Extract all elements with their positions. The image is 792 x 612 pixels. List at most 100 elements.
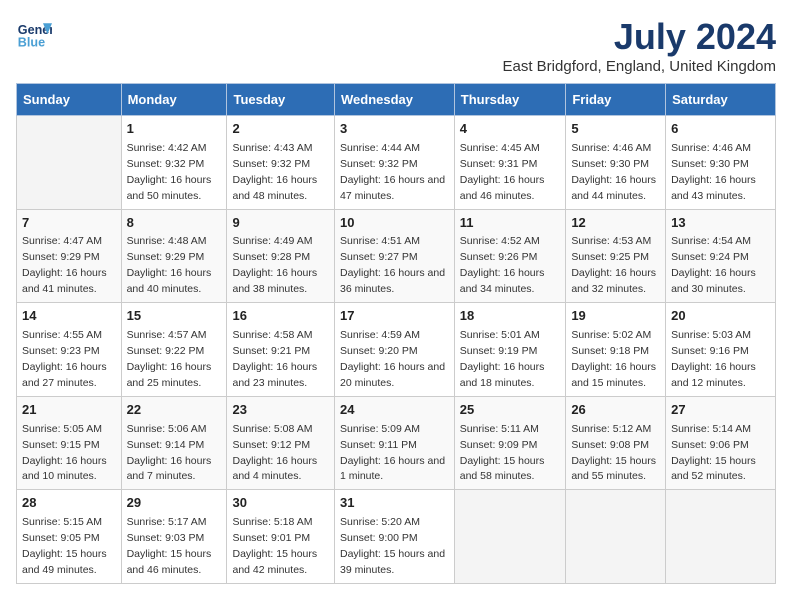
day-detail: Sunrise: 4:44 AM Sunset: 9:32 PM Dayligh… [340,142,445,202]
calendar-cell: 7 Sunrise: 4:47 AM Sunset: 9:29 PM Daylig… [17,209,122,303]
calendar-cell: 12 Sunrise: 4:53 AM Sunset: 9:25 PM Dayli… [566,209,666,303]
day-detail: Sunrise: 4:59 AM Sunset: 9:20 PM Dayligh… [340,329,445,389]
day-number: 1 [127,120,222,139]
day-header-tuesday: Tuesday [227,84,335,116]
calendar-week-row: 7 Sunrise: 4:47 AM Sunset: 9:29 PM Daylig… [17,209,776,303]
day-number: 14 [22,307,116,326]
svg-text:Blue: Blue [18,36,45,50]
day-number: 3 [340,120,449,139]
day-detail: Sunrise: 5:15 AM Sunset: 9:05 PM Dayligh… [22,516,107,576]
calendar-cell: 14Sunrise: 4:55 AM Sunset: 9:23 PM Dayli… [17,303,122,397]
day-number: 19 [571,307,660,326]
calendar-cell: 5 Sunrise: 4:46 AM Sunset: 9:30 PM Daylig… [566,116,666,210]
day-number: 30 [232,494,329,513]
day-detail: Sunrise: 4:45 AM Sunset: 9:31 PM Dayligh… [460,142,545,202]
day-number: 16 [232,307,329,326]
day-detail: Sunrise: 4:46 AM Sunset: 9:30 PM Dayligh… [671,142,756,202]
day-detail: Sunrise: 5:08 AM Sunset: 9:12 PM Dayligh… [232,423,317,483]
month-title: July 2024 [503,16,777,58]
calendar-cell [17,116,122,210]
day-number: 11 [460,214,561,233]
calendar-cell: 19Sunrise: 5:02 AM Sunset: 9:18 PM Dayli… [566,303,666,397]
calendar-cell: 11 Sunrise: 4:52 AM Sunset: 9:26 PM Dayli… [454,209,566,303]
calendar-week-row: 28 Sunrise: 5:15 AM Sunset: 9:05 PM Dayli… [17,490,776,584]
day-header-monday: Monday [121,84,227,116]
calendar-cell: 4Sunrise: 4:45 AM Sunset: 9:31 PM Daylig… [454,116,566,210]
logo-icon: General Blue [16,16,52,52]
calendar-cell: 8 Sunrise: 4:48 AM Sunset: 9:29 PM Daylig… [121,209,227,303]
day-detail: Sunrise: 4:51 AM Sunset: 9:27 PM Dayligh… [340,235,445,295]
day-number: 26 [571,401,660,420]
calendar-week-row: 1 Sunrise: 4:42 AM Sunset: 9:32 PM Daylig… [17,116,776,210]
day-number: 7 [22,214,116,233]
day-detail: Sunrise: 4:52 AM Sunset: 9:26 PM Dayligh… [460,235,545,295]
calendar-cell [666,490,776,584]
calendar-cell: 10Sunrise: 4:51 AM Sunset: 9:27 PM Dayli… [334,209,454,303]
calendar-cell: 3 Sunrise: 4:44 AM Sunset: 9:32 PM Daylig… [334,116,454,210]
day-number: 28 [22,494,116,513]
calendar-cell: 9 Sunrise: 4:49 AM Sunset: 9:28 PM Daylig… [227,209,335,303]
day-number: 15 [127,307,222,326]
day-number: 22 [127,401,222,420]
day-detail: Sunrise: 5:06 AM Sunset: 9:14 PM Dayligh… [127,423,212,483]
day-detail: Sunrise: 4:42 AM Sunset: 9:32 PM Dayligh… [127,142,212,202]
day-number: 17 [340,307,449,326]
day-detail: Sunrise: 5:03 AM Sunset: 9:16 PM Dayligh… [671,329,756,389]
day-detail: Sunrise: 5:05 AM Sunset: 9:15 PM Dayligh… [22,423,107,483]
day-detail: Sunrise: 4:49 AM Sunset: 9:28 PM Dayligh… [232,235,317,295]
day-number: 5 [571,120,660,139]
calendar-cell: 28 Sunrise: 5:15 AM Sunset: 9:05 PM Dayli… [17,490,122,584]
day-number: 23 [232,401,329,420]
calendar-week-row: 21 Sunrise: 5:05 AM Sunset: 9:15 PM Dayli… [17,396,776,490]
day-number: 12 [571,214,660,233]
calendar-week-row: 14Sunrise: 4:55 AM Sunset: 9:23 PM Dayli… [17,303,776,397]
day-header-thursday: Thursday [454,84,566,116]
day-detail: Sunrise: 4:47 AM Sunset: 9:29 PM Dayligh… [22,235,107,295]
calendar-cell: 27 Sunrise: 5:14 AM Sunset: 9:06 PM Dayli… [666,396,776,490]
calendar-cell: 25Sunrise: 5:11 AM Sunset: 9:09 PM Dayli… [454,396,566,490]
day-detail: Sunrise: 5:18 AM Sunset: 9:01 PM Dayligh… [232,516,317,576]
page-header: General Blue July 2024 East Bridgford, E… [16,16,776,75]
day-detail: Sunrise: 5:12 AM Sunset: 9:08 PM Dayligh… [571,423,656,483]
calendar-cell: 24 Sunrise: 5:09 AM Sunset: 9:11 PM Dayli… [334,396,454,490]
day-header-saturday: Saturday [666,84,776,116]
day-number: 25 [460,401,561,420]
calendar-cell [454,490,566,584]
day-number: 21 [22,401,116,420]
calendar-cell: 22 Sunrise: 5:06 AM Sunset: 9:14 PM Dayli… [121,396,227,490]
day-header-sunday: Sunday [17,84,122,116]
title-area: July 2024 East Bridgford, England, Unite… [503,16,777,75]
calendar-cell: 20 Sunrise: 5:03 AM Sunset: 9:16 PM Dayli… [666,303,776,397]
calendar-cell: 18 Sunrise: 5:01 AM Sunset: 9:19 PM Dayli… [454,303,566,397]
calendar-cell: 16 Sunrise: 4:58 AM Sunset: 9:21 PM Dayli… [227,303,335,397]
location-title: East Bridgford, England, United Kingdom [503,58,777,75]
calendar-cell: 21 Sunrise: 5:05 AM Sunset: 9:15 PM Dayli… [17,396,122,490]
day-detail: Sunrise: 5:09 AM Sunset: 9:11 PM Dayligh… [340,423,445,483]
day-number: 24 [340,401,449,420]
calendar-cell: 29Sunrise: 5:17 AM Sunset: 9:03 PM Dayli… [121,490,227,584]
day-detail: Sunrise: 4:48 AM Sunset: 9:29 PM Dayligh… [127,235,212,295]
day-number: 20 [671,307,770,326]
day-detail: Sunrise: 4:43 AM Sunset: 9:32 PM Dayligh… [232,142,317,202]
day-detail: Sunrise: 5:01 AM Sunset: 9:19 PM Dayligh… [460,329,545,389]
day-detail: Sunrise: 4:58 AM Sunset: 9:21 PM Dayligh… [232,329,317,389]
day-number: 6 [671,120,770,139]
calendar-cell: 1 Sunrise: 4:42 AM Sunset: 9:32 PM Daylig… [121,116,227,210]
day-detail: Sunrise: 4:46 AM Sunset: 9:30 PM Dayligh… [571,142,656,202]
day-number: 27 [671,401,770,420]
day-detail: Sunrise: 4:54 AM Sunset: 9:24 PM Dayligh… [671,235,756,295]
day-detail: Sunrise: 4:53 AM Sunset: 9:25 PM Dayligh… [571,235,656,295]
calendar-cell: 6 Sunrise: 4:46 AM Sunset: 9:30 PM Daylig… [666,116,776,210]
calendar-cell: 31Sunrise: 5:20 AM Sunset: 9:00 PM Dayli… [334,490,454,584]
day-number: 31 [340,494,449,513]
calendar-cell: 15 Sunrise: 4:57 AM Sunset: 9:22 PM Dayli… [121,303,227,397]
day-number: 13 [671,214,770,233]
day-number: 2 [232,120,329,139]
day-number: 18 [460,307,561,326]
day-number: 9 [232,214,329,233]
day-detail: Sunrise: 5:17 AM Sunset: 9:03 PM Dayligh… [127,516,212,576]
day-number: 8 [127,214,222,233]
day-detail: Sunrise: 4:57 AM Sunset: 9:22 PM Dayligh… [127,329,212,389]
day-detail: Sunrise: 5:14 AM Sunset: 9:06 PM Dayligh… [671,423,756,483]
logo: General Blue [16,16,52,52]
